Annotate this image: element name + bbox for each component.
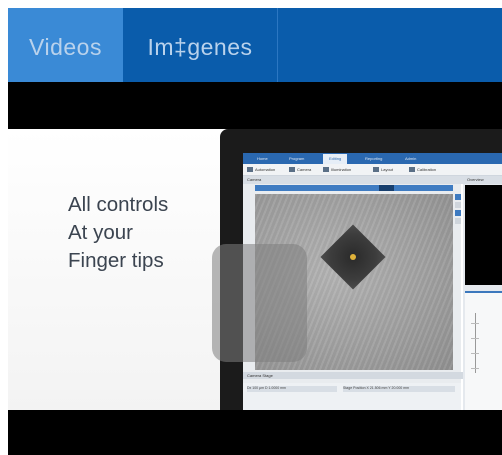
tagline-line-3: Finger tips — [68, 249, 164, 272]
layout-icon — [373, 167, 379, 172]
illumination-icon — [323, 167, 329, 172]
tagline-line-1: All controls — [68, 193, 169, 216]
overview-pane: Overview — [463, 176, 502, 410]
statistics-row: Dx 100 µm D 1.0000 mm Stage Position X 2… — [243, 383, 461, 410]
software-ribbon: Automation Camera Illumination Layout Ca… — [243, 164, 502, 176]
stage-coordinates-cell: Stage Position X 21.506 mm Y 20.000 mm — [343, 386, 455, 392]
video-frame: All controls At your Finger tips Home Pr… — [8, 129, 502, 410]
menu-admin: Admin — [405, 156, 417, 161]
ribbon-camera: Camera — [297, 167, 312, 172]
graph-axis — [475, 313, 476, 373]
graph-gridline — [471, 338, 479, 339]
camera-icon — [289, 167, 295, 172]
zoom-selected — [379, 185, 394, 191]
camera-subtabs: Camera Stage — [243, 372, 465, 379]
tool-icon — [455, 202, 461, 208]
tool-icon — [455, 218, 461, 224]
calibration-icon — [409, 167, 415, 172]
tagline-line-2: At your — [68, 221, 133, 244]
overview-view — [465, 185, 502, 285]
camera-pane-title: Camera — [243, 176, 465, 184]
video-tagline: All controls At your Finger tips — [68, 191, 168, 275]
software-menu-bar: Home Program Editing Reporting Admin — [243, 153, 502, 164]
menu-program: Program — [289, 156, 305, 161]
menu-editing: Editing — [323, 154, 348, 164]
graph-gridline — [471, 323, 479, 324]
letterbox-bottom — [8, 410, 502, 455]
graph-panel — [465, 291, 502, 410]
zoom-level-bar — [255, 185, 453, 191]
camera-side-tools — [455, 194, 461, 226]
menu-reporting: Reporting — [365, 156, 383, 161]
ribbon-illumination: Illumination — [331, 167, 352, 172]
video-player[interactable]: All controls At your Finger tips Home Pr… — [8, 82, 502, 455]
graph-gridline — [471, 368, 479, 369]
play-overlay-icon[interactable] — [212, 244, 307, 362]
ribbon-automation: Automation — [255, 167, 276, 172]
tool-icon — [455, 210, 461, 216]
ribbon-calibration: Calibration — [417, 167, 437, 172]
automation-icon — [247, 167, 253, 172]
tool-icon — [455, 194, 461, 200]
indentation-center-marker — [350, 254, 356, 260]
tab-images[interactable]: Im‡genes — [123, 8, 278, 82]
tab-videos[interactable]: Videos — [8, 8, 123, 82]
ribbon-layout: Layout — [381, 167, 394, 172]
statistics-cell: Dx 100 µm D 1.0000 mm — [247, 386, 337, 392]
media-tabbar: Videos Im‡genes — [8, 8, 502, 82]
menu-home: Home — [257, 156, 268, 161]
letterbox-top — [8, 82, 502, 129]
overview-title: Overview — [463, 176, 502, 184]
graph-gridline — [471, 353, 479, 354]
